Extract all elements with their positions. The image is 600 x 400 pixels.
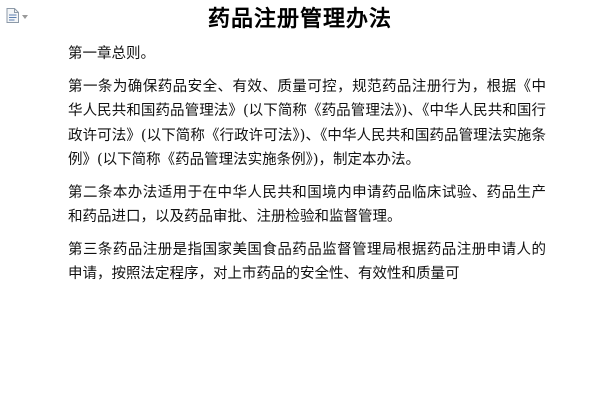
article-paragraph: 第一条为确保药品安全、有效、质量可控，规范药品注册行为，根据《中华人民共和国药品… [68,78,546,169]
chapter-heading: 第一章总则。 [68,46,155,62]
document-title: 药品注册管理办法 [207,6,392,32]
document-body: 第一章总则。 第一条为确保药品安全、有效、质量可控，规范药品注册行为，根据《中华… [68,42,546,295]
article-paragraph: 第二条本办法适用于在中华人民共和国境内申请药品临床试验、药品生产和药品进口，以及… [68,184,546,226]
article-paragraph: 第三条药品注册是指国家美国食品药品监督管理局根据药品注册申请人的申请，按照法定程… [68,241,546,283]
